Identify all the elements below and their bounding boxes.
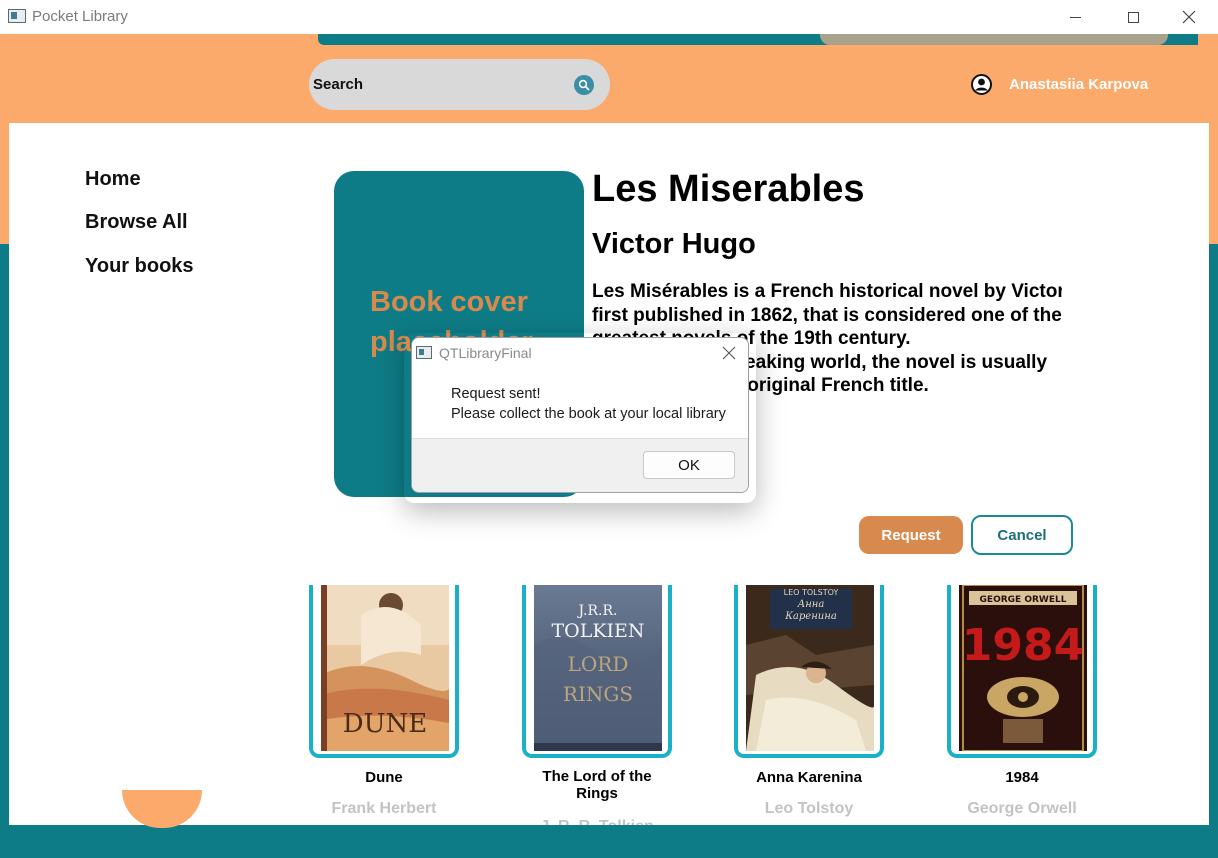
lotr-cover-image: J.R.R. TOLKIEN LORD RINGS [534, 585, 662, 751]
book-card-1984[interactable]: GEORGE ORWELL 1984 [947, 585, 1097, 758]
maximize-icon [1127, 11, 1139, 23]
app-icon [8, 9, 26, 23]
decorative-strip-gray [820, 34, 1168, 45]
search-icon[interactable] [574, 75, 594, 95]
nav-item-browse-all[interactable]: Browse All [85, 211, 188, 234]
nav-item-your-books[interactable]: Your books [85, 255, 194, 278]
close-icon [722, 346, 736, 360]
user-circle-icon[interactable] [971, 74, 992, 95]
book-card-dune[interactable]: DUNE [309, 585, 459, 758]
dialog-message-line: Please collect the book at your local li… [451, 406, 726, 422]
dialog-app-icon [416, 346, 432, 359]
anna-cover-title-1: Анна [797, 599, 825, 610]
anna-karenina-cover-image: LEO TOLSTOY Анна Каренина [746, 585, 874, 751]
dune-cover-title: DUNE [343, 709, 428, 739]
1984-cover-author: GEORGE ORWELL [980, 595, 1067, 605]
book-card-lotr[interactable]: J.R.R. TOLKIEN LORD RINGS [522, 585, 672, 758]
book-card-anna-karenina[interactable]: LEO TOLSTOY Анна Каренина [734, 585, 884, 758]
dialog-message-line: Request sent! [451, 386, 541, 402]
book-card-author: Frank Herbert [331, 800, 437, 817]
book-author: Victor Hugo [592, 228, 756, 260]
minimize-button[interactable] [1046, 0, 1104, 34]
search-input[interactable] [313, 73, 563, 95]
book-card-author: J. R. R. Tolkien [522, 818, 672, 825]
book-card-title[interactable]: 1984 [947, 769, 1097, 786]
minimize-icon [1069, 16, 1081, 18]
close-icon [1182, 10, 1196, 24]
book-card-author: George Orwell [967, 800, 1077, 817]
lotr-cover-author: TOLKIEN [551, 620, 644, 642]
dune-cover-image: DUNE [321, 585, 449, 751]
1984-cover-title: 1984 [962, 620, 1084, 671]
lotr-cover-initials: J.R.R. [577, 603, 618, 619]
dialog-title: QTLibraryFinal [439, 345, 532, 361]
book-card-author: Leo Tolstoy [764, 800, 854, 817]
dialog-message: Request sent! Please collect the book at… [451, 384, 726, 424]
description-line: first published in 1862, that is conside… [592, 304, 1062, 326]
lotr-cover-title-2: RINGS [563, 682, 633, 706]
search-box[interactable] [309, 59, 610, 110]
book-card-title[interactable]: Anna Karenina [734, 769, 884, 786]
dialog-footer: OK [412, 438, 748, 492]
description-line: Les Misérables is a French historical no… [592, 281, 1062, 302]
close-window-button[interactable] [1160, 0, 1218, 34]
anna-cover-author: LEO TOLSTOY [784, 588, 839, 597]
anna-cover-title-2: Каренина [784, 611, 837, 622]
ok-button[interactable]: OK [643, 451, 735, 479]
book-card-title[interactable]: The Lord of the Rings [522, 768, 672, 802]
dialog-close-button[interactable] [718, 342, 740, 364]
window-title: Pocket Library [32, 8, 128, 25]
lotr-cover-title-1: LORD [568, 652, 629, 676]
1984-cover-image: GEORGE ORWELL 1984 [959, 585, 1087, 751]
nav-item-home[interactable]: Home [85, 168, 141, 191]
book-card-title[interactable]: Dune [309, 769, 459, 786]
cancel-button[interactable]: Cancel [971, 515, 1073, 555]
window-titlebar: Pocket Library [0, 0, 1218, 34]
maximize-button[interactable] [1104, 0, 1162, 34]
user-name[interactable]: Anastasiia Karpova [1009, 76, 1148, 93]
request-button[interactable]: Request [859, 516, 963, 554]
book-title: Les Miserables [592, 168, 865, 210]
message-dialog: QTLibraryFinal Request sent! Please coll… [411, 337, 749, 493]
